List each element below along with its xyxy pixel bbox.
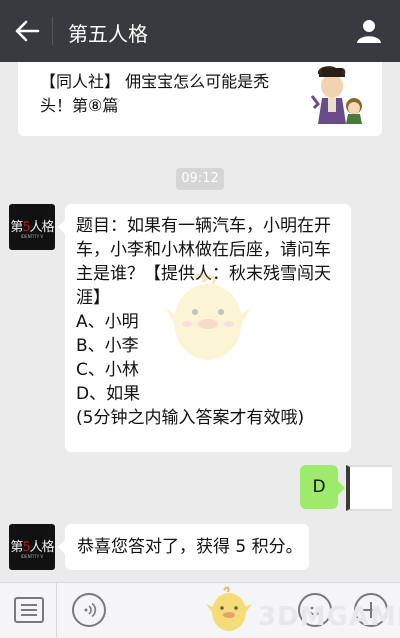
result-message-text: 恭喜您答对了，获得 5 积分。	[77, 537, 303, 557]
watermark-text: 3DMGAME	[258, 602, 400, 632]
message-timestamp: 09:12	[176, 168, 224, 190]
own-avatar[interactable]	[346, 465, 392, 511]
top-bar: 第五人格	[0, 0, 400, 62]
avatar-logo-text: 第5人格	[10, 540, 54, 555]
article-card-title: 【同人社】 佣宝宝怎么可能是秃头！第⑧篇	[40, 72, 270, 115]
sent-message-bubble[interactable]: D	[300, 465, 345, 509]
avatar-logo-sub: IDENTITY V	[20, 554, 44, 559]
article-card[interactable]: 【同人社】 佣宝宝怎么可能是秃头！第⑧篇	[18, 62, 382, 136]
time-limit-note: (5分钟之内输入答案才有效哦)	[76, 408, 305, 428]
chat-title: 第五人格	[68, 22, 148, 46]
mascot-watermark-icon	[165, 273, 251, 360]
keyboard-menu-icon[interactable]	[14, 595, 44, 625]
sent-message-text: D	[312, 477, 326, 497]
watermark-mascot-icon	[206, 586, 252, 631]
sender-avatar[interactable]: 第5人格 IDENTITY V	[9, 204, 55, 250]
sender-avatar[interactable]: 第5人格 IDENTITY V	[9, 524, 55, 570]
back-arrow-icon[interactable]	[14, 19, 40, 43]
message-line: 车，小李和小林做在后座，请问车	[76, 240, 331, 260]
option-d: D、如果	[76, 384, 141, 404]
profile-icon[interactable]	[356, 18, 382, 44]
voice-icon	[84, 602, 97, 618]
article-thumbnail	[310, 66, 362, 124]
input-bar-divider	[56, 583, 57, 638]
message-line: 题目：如果有一辆汽车，小明在开	[76, 216, 331, 236]
voice-button[interactable]	[72, 593, 106, 627]
result-message-bubble[interactable]: 恭喜您答对了，获得 5 积分。	[58, 524, 309, 570]
avatar-logo-sub: IDENTITY V	[20, 234, 44, 239]
question-message-bubble[interactable]: 题目：如果有一辆汽车，小明在开 车，小李和小林做在后座，请问车 主是谁？【提供人…	[58, 204, 351, 452]
avatar-logo-text: 第5人格	[10, 220, 54, 235]
header-divider	[52, 17, 53, 45]
